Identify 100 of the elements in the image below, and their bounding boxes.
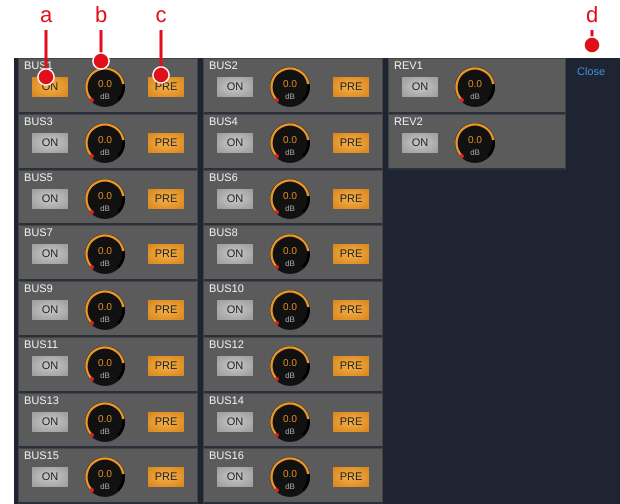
level-knob[interactable] xyxy=(268,65,312,109)
pre-button[interactable]: PRE xyxy=(148,132,184,153)
pre-button[interactable]: PRE xyxy=(333,300,369,320)
pre-button[interactable]: PRE xyxy=(148,467,184,488)
bus-name: REV1 xyxy=(394,60,423,73)
close-link[interactable]: Close xyxy=(577,64,606,80)
knob-unit: dB xyxy=(99,204,111,212)
on-button[interactable]: ON xyxy=(217,244,253,264)
knob-value: 0.0 xyxy=(97,414,113,424)
level-knob[interactable] xyxy=(268,176,312,220)
on-button[interactable]: ON xyxy=(32,300,68,320)
knob-unit: dB xyxy=(99,482,111,492)
knob-value: 0.0 xyxy=(97,246,113,258)
level-knob[interactable] xyxy=(268,120,312,165)
level-knob[interactable] xyxy=(268,232,312,276)
level-knob[interactable] xyxy=(83,400,127,444)
knob-unit: dB xyxy=(284,370,296,380)
pre-button[interactable]: PRE xyxy=(148,244,184,264)
knob-value: 0.0 xyxy=(282,190,298,202)
pre-button[interactable]: PRE xyxy=(333,356,369,376)
knob-unit: dB xyxy=(99,148,111,157)
knob-unit: dB xyxy=(284,259,296,268)
level-knob[interactable] xyxy=(453,121,497,165)
knob-unit: dB xyxy=(284,204,296,212)
on-button[interactable]: ON xyxy=(32,356,68,376)
knob-unit: dB xyxy=(284,92,296,101)
knob-unit: dB xyxy=(284,482,296,492)
on-button[interactable]: ON xyxy=(217,188,253,208)
pre-button[interactable]: PRE xyxy=(333,244,369,264)
bus-name: BUS5 xyxy=(24,172,53,184)
knob-unit: dB xyxy=(284,148,296,157)
level-knob[interactable] xyxy=(453,65,497,109)
knob-value: 0.0 xyxy=(97,469,113,480)
knob-unit: dB xyxy=(284,426,296,436)
knob-value: 0.0 xyxy=(97,358,113,369)
level-knob[interactable] xyxy=(83,176,127,220)
level-knob[interactable] xyxy=(83,120,127,165)
level-knob[interactable] xyxy=(83,455,127,500)
level-knob[interactable] xyxy=(83,344,127,388)
knob-unit: dB xyxy=(99,315,111,324)
on-button[interactable]: ON xyxy=(217,77,253,97)
pre-button[interactable]: PRE xyxy=(148,300,184,320)
bus-name: BUS14 xyxy=(209,394,244,408)
knob-value: 0.0 xyxy=(282,358,298,369)
pre-button[interactable]: PRE xyxy=(333,188,369,208)
callout-label: b xyxy=(95,2,108,28)
level-knob[interactable] xyxy=(268,400,312,444)
bus-name: BUS13 xyxy=(24,394,59,408)
on-button[interactable]: ON xyxy=(217,132,253,153)
bus-name: BUS4 xyxy=(209,116,238,129)
knob-unit: dB xyxy=(469,92,481,101)
on-button[interactable]: ON xyxy=(32,132,68,153)
knob-value: 0.0 xyxy=(282,79,298,90)
bus-name: BUS10 xyxy=(209,283,244,296)
callout-label: a xyxy=(40,2,52,28)
level-knob[interactable] xyxy=(268,288,312,332)
knob-value: 0.0 xyxy=(467,135,483,146)
on-button[interactable]: ON xyxy=(32,412,68,432)
knob-unit: dB xyxy=(99,259,111,268)
pre-button[interactable]: PRE xyxy=(333,77,369,97)
level-knob[interactable] xyxy=(268,344,312,388)
callout-pointer xyxy=(152,30,170,84)
knob-unit: dB xyxy=(99,426,111,436)
knob-value: 0.0 xyxy=(97,79,113,90)
pre-button[interactable]: PRE xyxy=(148,412,184,432)
bus-name: BUS8 xyxy=(209,227,238,240)
bus-name: REV2 xyxy=(394,116,423,129)
callout-label: c xyxy=(156,2,166,28)
knob-value: 0.0 xyxy=(97,190,113,202)
knob-value: 0.0 xyxy=(97,134,113,146)
knob-unit: dB xyxy=(469,148,481,157)
knob-value: 0.0 xyxy=(97,302,113,313)
on-button[interactable]: ON xyxy=(402,77,438,97)
on-button[interactable]: ON xyxy=(32,188,68,208)
knob-value: 0.0 xyxy=(282,134,298,146)
bus-name: BUS2 xyxy=(209,60,238,73)
on-button[interactable]: ON xyxy=(32,244,68,264)
pre-button[interactable]: PRE xyxy=(333,132,369,153)
pre-button[interactable]: PRE xyxy=(148,188,184,208)
knob-value: 0.0 xyxy=(282,469,298,480)
on-button[interactable]: ON xyxy=(217,356,253,376)
level-knob[interactable] xyxy=(83,288,127,332)
knob-value: 0.0 xyxy=(282,302,298,313)
knob-unit: dB xyxy=(284,315,296,324)
on-button[interactable]: ON xyxy=(32,467,68,488)
level-knob[interactable] xyxy=(268,455,312,500)
on-button[interactable]: ON xyxy=(402,133,438,153)
knob-value: 0.0 xyxy=(282,246,298,258)
bus-name: BUS11 xyxy=(24,338,58,352)
knob-unit: dB xyxy=(99,370,111,380)
pre-button[interactable]: PRE xyxy=(148,356,184,376)
on-button[interactable]: ON xyxy=(217,467,253,488)
knob-unit: dB xyxy=(99,92,111,101)
pre-button[interactable]: PRE xyxy=(333,412,369,432)
pre-button[interactable]: PRE xyxy=(333,467,369,488)
level-knob[interactable] xyxy=(83,232,127,276)
level-knob[interactable] xyxy=(83,65,127,109)
on-button[interactable]: ON xyxy=(217,412,253,432)
on-button[interactable]: ON xyxy=(217,300,253,320)
bus-name: BUS12 xyxy=(209,338,244,352)
